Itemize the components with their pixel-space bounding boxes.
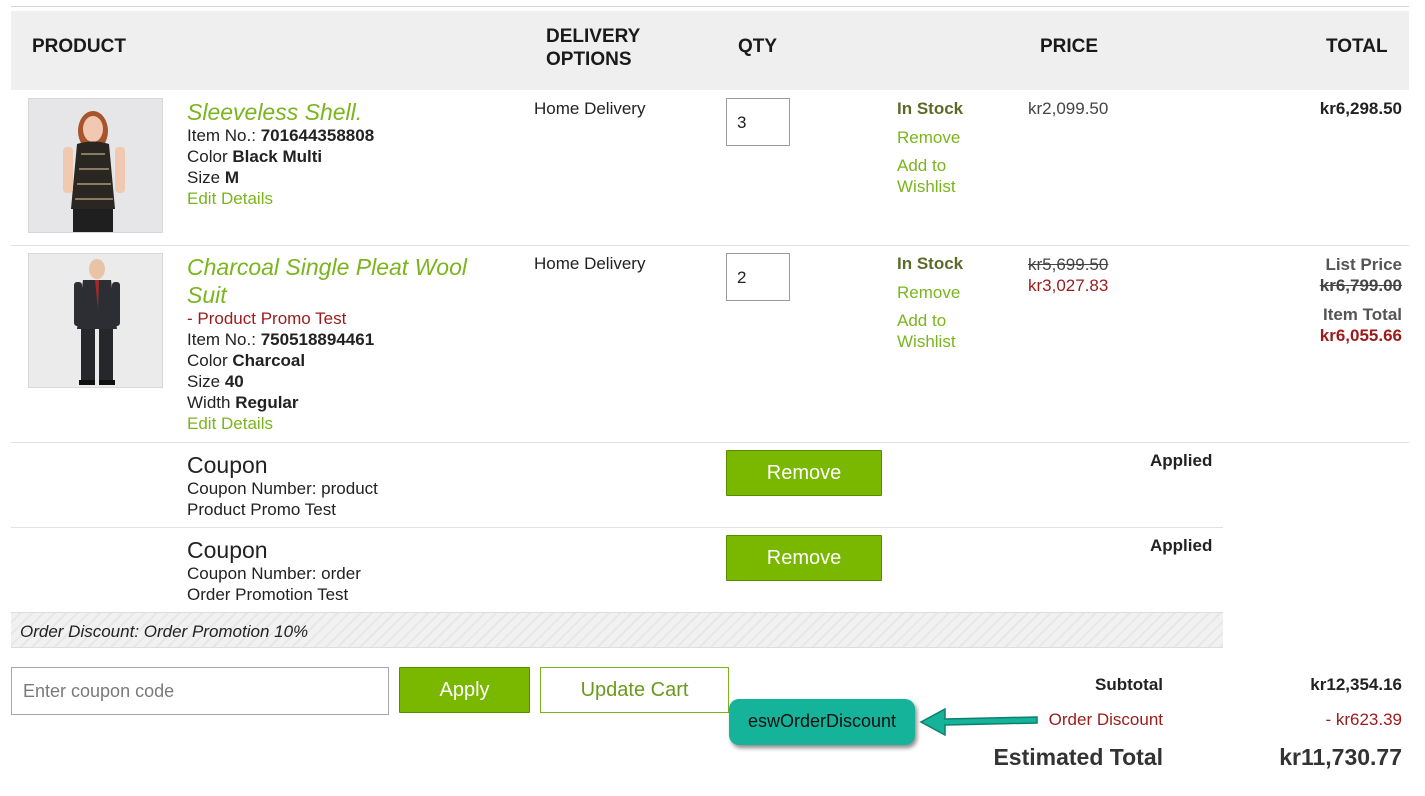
row-divider [11,245,1409,246]
row-divider [11,527,1223,528]
coupon-number: Coupon Number: product [187,479,378,498]
item-size: Size M [187,168,239,187]
remove-coupon-button[interactable]: Remove [726,535,882,581]
item-total: kr6,055.66 [1319,326,1402,345]
quantity-input[interactable]: 2 [726,253,790,301]
cart-table-header: PRODUCT DELIVERY OPTIONS QTY PRICE TOTAL [11,11,1409,90]
product-photo-man-suit [29,254,162,387]
add-to-wishlist-link[interactable]: Add to Wishlist [897,310,956,352]
header-delivery-options: DELIVERY OPTIONS [546,26,641,70]
coupon-title: Coupon [187,537,268,563]
item-width: Width Regular [187,393,299,412]
subtotal-value: kr12,354.16 [1310,675,1402,694]
update-cart-button[interactable]: Update Cart [540,667,729,713]
coupon-title: Coupon [187,452,268,478]
apply-coupon-button[interactable]: Apply [399,667,530,713]
delivery-option: Home Delivery [534,99,646,118]
estimated-total-value: kr11,730.77 [1279,744,1402,770]
order-discount-text: Order Discount: Order Promotion 10% [20,622,309,641]
line-total: kr6,298.50 [1319,99,1402,118]
order-discount-bar: Order Discount: Order Promotion 10% [11,612,1223,648]
header-price: PRICE [1040,36,1099,57]
row-divider [11,442,1409,443]
delivery-option: Home Delivery [534,254,646,273]
list-price: kr6,799.00 [1319,276,1402,295]
product-name-link[interactable]: Sleeveless Shell. [187,98,362,126]
stock-status: In Stock [897,254,964,273]
remove-link[interactable]: Remove [897,127,960,148]
coupon-description: Product Promo Test [187,500,336,519]
item-number: Item No.: 701644358808 [187,126,375,145]
edit-details-link[interactable]: Edit Details [187,188,273,209]
unit-price: kr5,699.50 kr3,027.83 [1028,254,1108,296]
item-size: Size 40 [187,372,244,391]
unit-price: kr2,099.50 [1028,99,1109,118]
product-image[interactable] [28,98,163,233]
product-photo-woman [29,99,162,232]
callout-arrow-icon [919,707,1038,737]
subtotal-label: Subtotal [1095,675,1163,694]
coupon-description: Order Promotion Test [187,585,349,604]
header-product: PRODUCT [32,36,126,57]
coupon-status: Applied [1150,536,1213,555]
estimated-total-label: Estimated Total [993,744,1163,770]
callout-label: eswOrderDiscount [729,699,915,745]
coupon-status: Applied [1150,451,1213,470]
remove-link[interactable]: Remove [897,282,960,303]
order-discount-value: - kr623.39 [1325,710,1402,729]
original-price: kr5,699.50 [1028,255,1109,274]
product-image[interactable] [28,253,163,388]
edit-details-link[interactable]: Edit Details [187,413,273,434]
product-promo-label: - Product Promo Test [187,309,347,328]
coupon-code-input[interactable]: Enter coupon code [11,667,389,715]
discounted-price: kr3,027.83 [1028,276,1109,295]
product-name-link[interactable]: Charcoal Single Pleat Wool Suit [187,253,467,309]
header-qty: QTY [738,36,778,57]
item-color: Color Black Multi [187,147,323,166]
coupon-number: Coupon Number: order [187,564,361,583]
item-number: Item No.: 750518894461 [187,330,375,349]
top-divider [11,6,1409,7]
stock-status: In Stock [897,99,964,118]
line-total: List Price kr6,799.00 Item Total kr6,055… [1320,254,1402,346]
quantity-input[interactable]: 3 [726,98,790,146]
header-total: TOTAL [1326,36,1388,57]
list-price-label: List Price [1325,255,1402,274]
item-color: Color Charcoal [187,351,306,370]
add-to-wishlist-link[interactable]: Add to Wishlist [897,155,956,197]
order-discount-label: Order Discount [1048,710,1163,729]
remove-coupon-button[interactable]: Remove [726,450,882,496]
item-total-label: Item Total [1322,305,1402,324]
